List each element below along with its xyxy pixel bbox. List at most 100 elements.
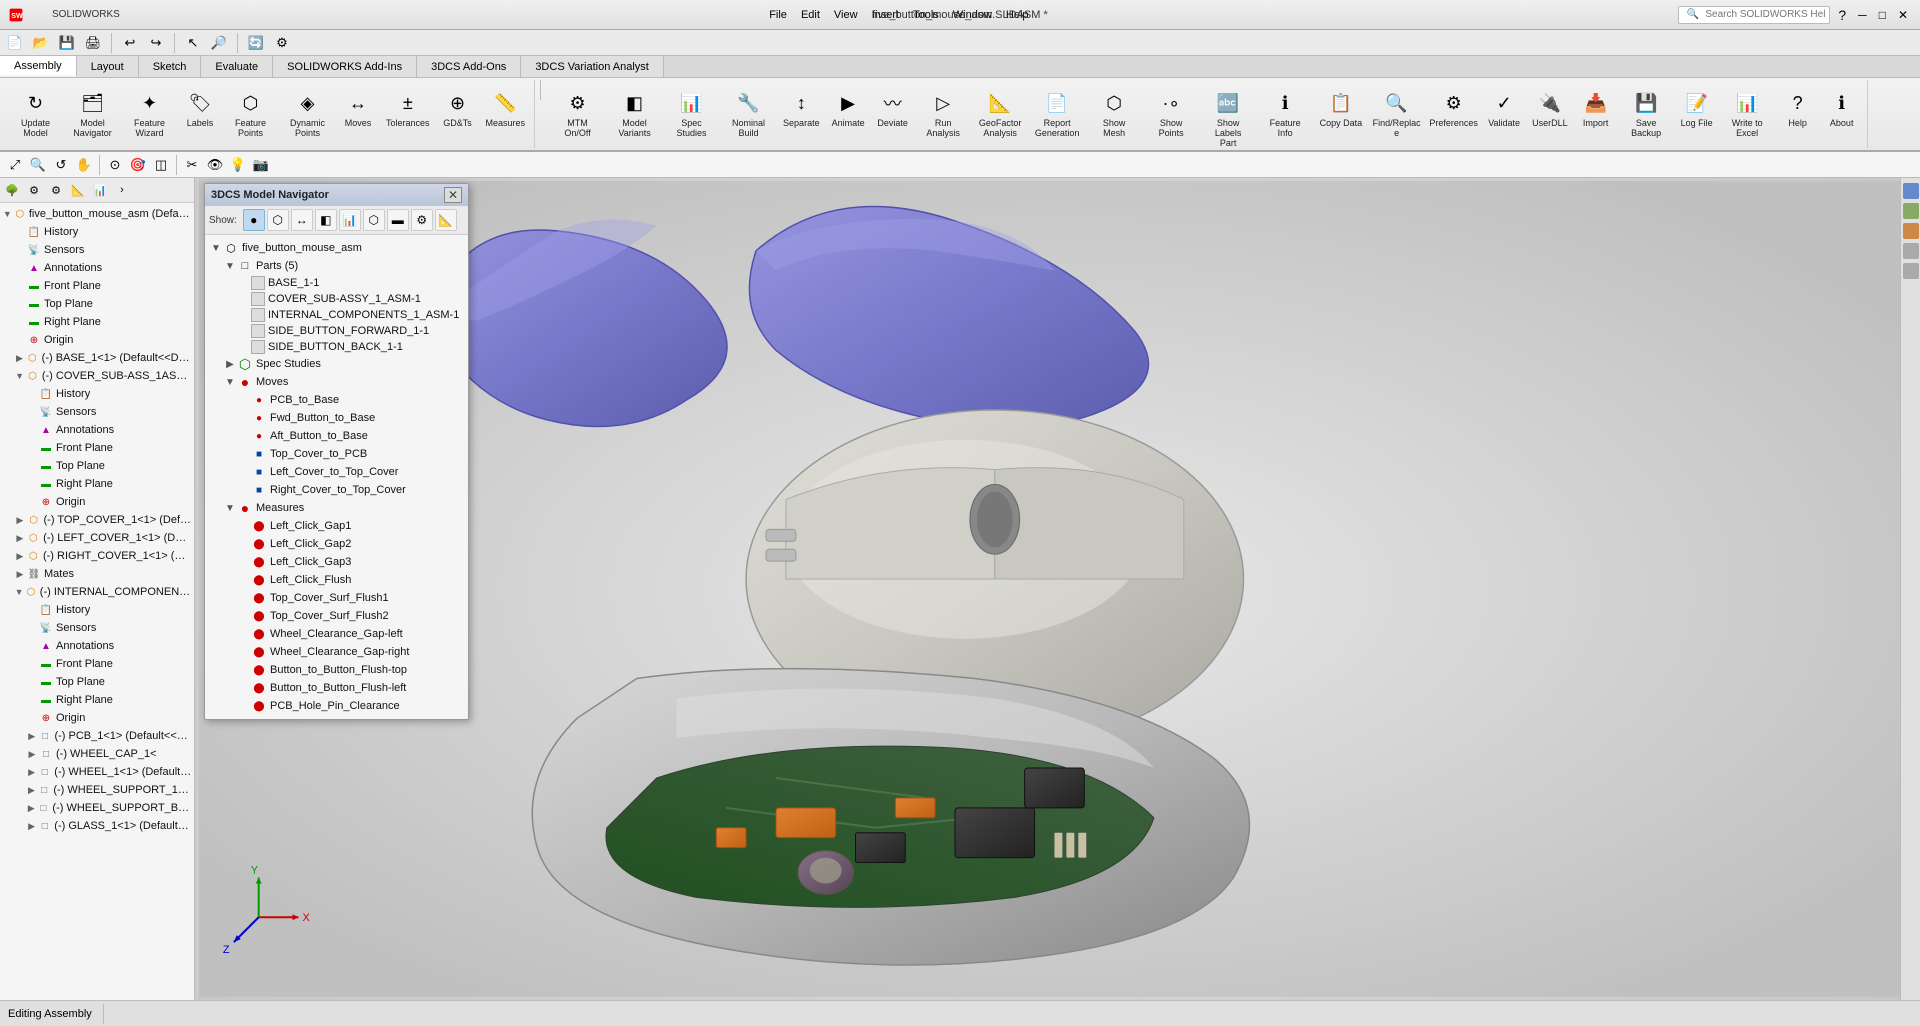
tree-glass[interactable]: ▶ □ (-) GLASS_1<1> (Default<<Di (2, 817, 192, 835)
menu-edit[interactable]: Edit (795, 7, 826, 23)
nav-meas-7[interactable]: ⬤ Wheel_Clearance_Gap-left (209, 625, 464, 643)
mates-toggle[interactable]: ▶ (14, 569, 26, 580)
close-button[interactable]: ✕ (1894, 8, 1912, 22)
zoom-button[interactable]: 🔎 (208, 32, 230, 54)
3dcs-tree-icon[interactable]: 📊 (90, 180, 110, 200)
tc-toggle[interactable]: ▶ (14, 515, 26, 526)
select-button[interactable]: ↖ (182, 32, 204, 54)
rp-icon-3[interactable] (1903, 223, 1919, 239)
render-btn[interactable]: 💡 (227, 154, 249, 176)
minimize-button[interactable]: ─ (1854, 8, 1871, 22)
nav-icon-8[interactable]: ⚙ (411, 209, 433, 231)
expand-icon[interactable]: › (112, 180, 132, 200)
animate-btn[interactable]: ▶ Animate (827, 84, 870, 132)
tree-tp3[interactable]: ▬ Top Plane (2, 673, 192, 691)
display-style-btn[interactable]: ◫ (150, 154, 172, 176)
nav-spec-header[interactable]: ▶ ⬡ Spec Studies (209, 355, 464, 373)
nav-moves-toggle[interactable]: ▼ (223, 377, 237, 388)
tree-front-plane[interactable]: ▬ Front Plane (2, 277, 192, 295)
show-mesh-btn[interactable]: ⬡ Show Mesh (1087, 84, 1142, 142)
tab-evaluate[interactable]: Evaluate (201, 56, 273, 77)
settings-button[interactable]: ⚙ (271, 32, 293, 54)
help-search[interactable]: 🔍 (1678, 6, 1830, 24)
nav-root[interactable]: ▼ ⬡ five_button_mouse_asm (209, 239, 464, 257)
tree-base[interactable]: ▶ ⬡ (-) BASE_1<1> (Default<<Default (2, 349, 192, 367)
tree-top-plane[interactable]: ▬ Top Plane (2, 295, 192, 313)
nav-move-6[interactable]: ■ Right_Cover_to_Top_Cover (209, 481, 464, 499)
undo-button[interactable]: ↩ (119, 32, 141, 54)
moves-btn[interactable]: ↔ Moves (337, 84, 379, 132)
nav-part-2[interactable]: COVER_SUB-ASSY_1_ASM-1 (209, 291, 464, 307)
nav-icon-6[interactable]: ⬡ (363, 209, 385, 231)
import-btn[interactable]: 📥 Import (1575, 84, 1617, 132)
write-excel-btn[interactable]: 📊 Write to Excel (1720, 84, 1775, 142)
tree-wheel-cap[interactable]: ▶ □ (-) WHEEL_CAP_1< (2, 745, 192, 763)
rp-icon-5[interactable] (1903, 263, 1919, 279)
open-button[interactable]: 📂 (30, 32, 52, 54)
save-backup-btn[interactable]: 💾 Save Backup (1619, 84, 1674, 142)
tab-3dcs-variation[interactable]: 3DCS Variation Analyst (521, 56, 664, 77)
rc-toggle[interactable]: ▶ (14, 551, 26, 562)
tab-solidworks-addins[interactable]: SOLIDWORKS Add-Ins (273, 56, 417, 77)
lc-toggle[interactable]: ▶ (14, 533, 26, 544)
copy-data-btn[interactable]: 📋 Copy Data (1315, 84, 1368, 132)
help-icon[interactable]: ? (1834, 5, 1850, 25)
cover-sub-toggle[interactable]: ▼ (14, 371, 25, 381)
tree-left-cover[interactable]: ▶ ⬡ (-) LEFT_COVER_1<1> (Defau (2, 529, 192, 547)
menu-view[interactable]: View (828, 7, 864, 23)
nav-move-4[interactable]: ■ Top_Cover_to_PCB (209, 445, 464, 463)
nav-move-3[interactable]: ● Aft_Button_to_Base (209, 427, 464, 445)
feature-points-btn[interactable]: ⬡ Feature Points (223, 84, 278, 142)
nav-meas-3[interactable]: ⬤ Left_Click_Gap3 (209, 553, 464, 571)
nav-meas-11[interactable]: ⬤ PCB_Hole_Pin_Clearance (209, 697, 464, 715)
preferences-btn[interactable]: ⚙ Preferences (1426, 84, 1481, 132)
tree-wheel-support-base[interactable]: ▶ □ (-) WHEEL_SUPPORT_BASE_1 (2, 799, 192, 817)
log-file-btn[interactable]: 📝 Log File (1676, 84, 1718, 132)
pan-btn[interactable]: ✋ (73, 154, 95, 176)
nav-icon-2[interactable]: ⬡ (267, 209, 289, 231)
tree-rp3[interactable]: ▬ Right Plane (2, 691, 192, 709)
tree-sensors2[interactable]: 📡 Sensors (2, 403, 192, 421)
int-toggle[interactable]: ▼ (14, 587, 24, 597)
nav-meas-8[interactable]: ⬤ Wheel_Clearance_Gap-right (209, 643, 464, 661)
user-dll-btn[interactable]: 🔌 UserDLL (1527, 84, 1573, 132)
nav-close-button[interactable]: ✕ (444, 187, 462, 203)
tree-fp3[interactable]: ▬ Front Plane (2, 655, 192, 673)
geo-factor-btn[interactable]: 📐 GeoFactor Analysis (973, 84, 1028, 142)
feature-wizard-btn[interactable]: ✦ Feature Wizard (122, 84, 177, 142)
nav-parts-toggle[interactable]: ▼ (223, 261, 237, 272)
tree-sensors[interactable]: 📡 Sensors (2, 241, 192, 259)
zoom-area-btn[interactable]: 🔍 (27, 154, 49, 176)
root-toggle[interactable]: ▼ (2, 209, 13, 219)
nav-icon-3[interactable]: ↔ (291, 209, 313, 231)
maximize-button[interactable]: □ (1875, 8, 1890, 22)
spec-studies-btn[interactable]: 📊 Spec Studies (664, 84, 719, 142)
nav-icon-7[interactable]: ▬ (387, 209, 409, 231)
tree-annot3[interactable]: ▲ Annotations (2, 637, 192, 655)
print-button[interactable]: 🖨 (82, 32, 104, 54)
labels-btn[interactable]: 🏷 Labels (179, 84, 221, 132)
menu-file[interactable]: File (763, 7, 793, 23)
rp-icon-1[interactable] (1903, 183, 1919, 199)
show-labels-btn[interactable]: 🔤 Show Labels Part (1201, 84, 1256, 152)
help-btn[interactable]: ? Help (1777, 84, 1819, 132)
nav-part-4[interactable]: SIDE_BUTTON_FORWARD_1-1 (209, 323, 464, 339)
property-manager-icon[interactable]: ⚙ (24, 180, 44, 200)
nav-meas-6[interactable]: ⬤ Top_Cover_Surf_Flush2 (209, 607, 464, 625)
nominal-build-btn[interactable]: 🔧 Nominal Build (721, 84, 776, 142)
tolerances-btn[interactable]: ± Tolerances (381, 84, 435, 132)
view-orient-btn[interactable]: 🎯 (127, 154, 149, 176)
nav-part-3[interactable]: INTERNAL_COMPONENTS_1_ASM-1 (209, 307, 464, 323)
deviate-btn[interactable]: 〰 Deviate (872, 84, 914, 132)
nav-meas-10[interactable]: ⬤ Button_to_Button_Flush-left (209, 679, 464, 697)
save-button[interactable]: 💾 (56, 32, 78, 54)
nav-meas-5[interactable]: ⬤ Top_Cover_Surf_Flush1 (209, 589, 464, 607)
tree-root[interactable]: ▼ ⬡ five_button_mouse_asm (Default<Dis (2, 205, 192, 223)
run-analysis-btn[interactable]: ▷ Run Analysis (916, 84, 971, 142)
nav-meas-4[interactable]: ⬤ Left_Click_Flush (209, 571, 464, 589)
pcb-toggle[interactable]: ▶ (26, 731, 37, 742)
tree-tp2[interactable]: ▬ Top Plane (2, 457, 192, 475)
ws-toggle[interactable]: ▶ (26, 785, 37, 796)
tab-assembly[interactable]: Assembly (0, 56, 77, 77)
zoom-extents-btn[interactable]: ⤢ (4, 154, 26, 176)
